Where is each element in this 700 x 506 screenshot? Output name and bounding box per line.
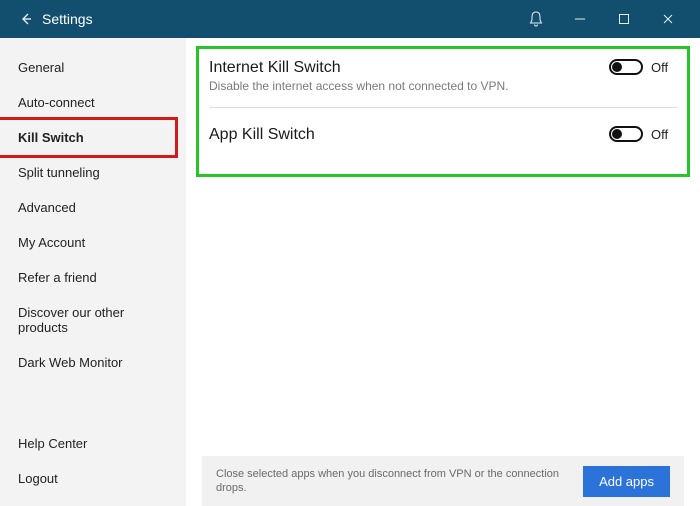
close-icon [662, 13, 674, 25]
sidebar-item-kill-switch[interactable]: Kill Switch [0, 117, 178, 158]
setting-app-kill-switch: App Kill Switch Off [209, 122, 677, 154]
minimize-icon [574, 13, 586, 25]
sidebar: General Auto-connect Kill Switch Split t… [0, 38, 186, 506]
highlighted-section: Internet Kill Switch Disable the interne… [196, 46, 690, 177]
titlebar: Settings [0, 0, 700, 38]
bell-icon [529, 11, 543, 27]
sidebar-item-dark-web-monitor[interactable]: Dark Web Monitor [0, 345, 186, 380]
sidebar-item-label: Advanced [18, 200, 76, 215]
sidebar-item-help-center[interactable]: Help Center [0, 426, 186, 461]
footer-bar: Close selected apps when you disconnect … [202, 456, 684, 506]
close-button[interactable] [646, 0, 690, 38]
sidebar-item-logout[interactable]: Logout [0, 461, 186, 496]
maximize-button[interactable] [602, 0, 646, 38]
sidebar-item-general[interactable]: General [0, 50, 186, 85]
back-button[interactable] [16, 12, 42, 26]
sidebar-bottom: Help Center Logout [0, 426, 186, 506]
sidebar-item-label: Discover our other products [18, 305, 124, 335]
toggle-group: Off [609, 59, 677, 75]
internet-kill-toggle[interactable] [609, 59, 643, 75]
sidebar-item-advanced[interactable]: Advanced [0, 190, 186, 225]
setting-internet-kill-switch: Internet Kill Switch Disable the interne… [209, 55, 677, 103]
toggle-knob [612, 129, 622, 139]
setting-text: Internet Kill Switch Disable the interne… [209, 59, 609, 93]
sidebar-item-discover-products[interactable]: Discover our other products [0, 295, 186, 345]
window-title: Settings [42, 11, 93, 27]
sidebar-item-label: Kill Switch [18, 130, 84, 145]
setting-title: App Kill Switch [209, 126, 609, 144]
setting-text: App Kill Switch [209, 126, 609, 144]
sidebar-item-split-tunneling[interactable]: Split tunneling [0, 155, 186, 190]
sidebar-item-refer-friend[interactable]: Refer a friend [0, 260, 186, 295]
content-area: Internet Kill Switch Disable the interne… [186, 38, 700, 506]
divider [209, 107, 677, 108]
back-arrow-icon [19, 12, 33, 26]
sidebar-item-my-account[interactable]: My Account [0, 225, 186, 260]
setting-description: Disable the internet access when not con… [209, 79, 609, 93]
sidebar-item-label: My Account [18, 235, 85, 250]
toggle-group: Off [609, 126, 677, 142]
app-kill-toggle[interactable] [609, 126, 643, 142]
maximize-icon [618, 13, 630, 25]
sidebar-item-label: Dark Web Monitor [18, 355, 123, 370]
footer-message: Close selected apps when you disconnect … [216, 467, 583, 496]
setting-title: Internet Kill Switch [209, 59, 609, 77]
toggle-state-label: Off [651, 127, 677, 142]
sidebar-item-label: General [18, 60, 64, 75]
sidebar-item-auto-connect[interactable]: Auto-connect [0, 85, 186, 120]
minimize-button[interactable] [558, 0, 602, 38]
sidebar-item-label: Help Center [18, 436, 87, 451]
toggle-state-label: Off [651, 60, 677, 75]
notifications-button[interactable] [514, 0, 558, 38]
sidebar-item-label: Logout [18, 471, 58, 486]
add-apps-button[interactable]: Add apps [583, 466, 670, 497]
toggle-knob [612, 62, 622, 72]
main: General Auto-connect Kill Switch Split t… [0, 38, 700, 506]
sidebar-item-label: Refer a friend [18, 270, 97, 285]
sidebar-item-label: Split tunneling [18, 165, 100, 180]
sidebar-item-label: Auto-connect [18, 95, 95, 110]
